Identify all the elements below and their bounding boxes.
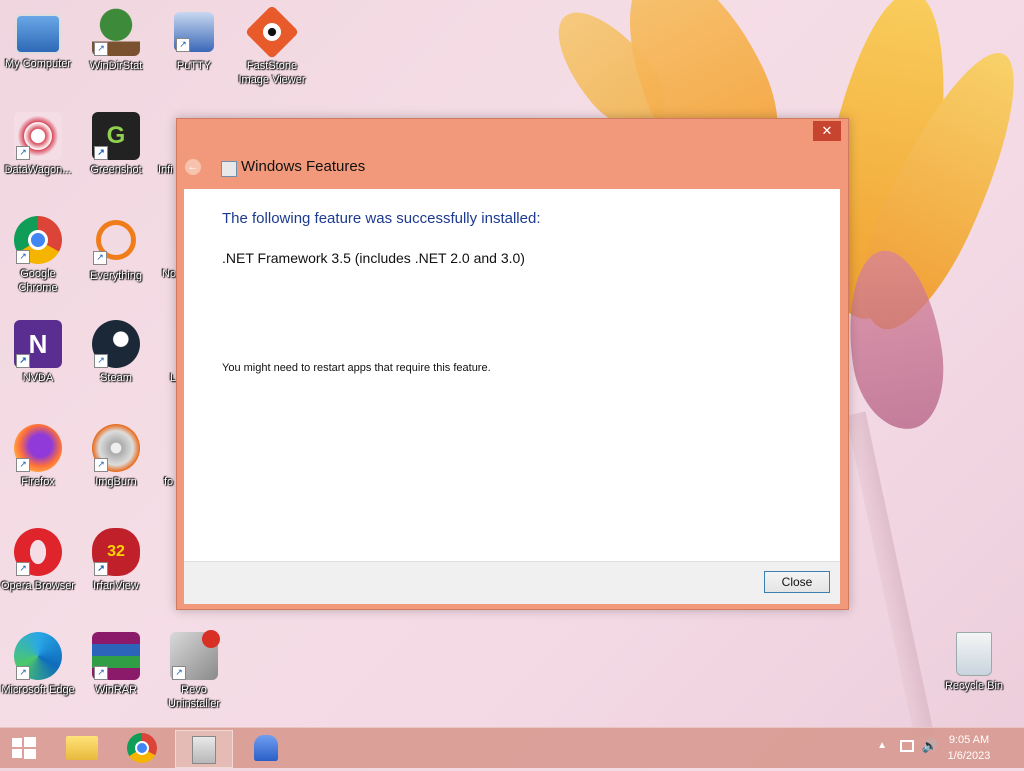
chrome-icon: ↗ <box>14 216 62 264</box>
shortcut-arrow-icon: ↗ <box>93 251 107 265</box>
taskbar: ▲ 🔊 9:05 AM 1/6/2023 <box>0 727 1024 768</box>
desktop-icon-imgburn[interactable]: ↗ ImgBurn <box>78 424 154 489</box>
dialog-content: The following feature was successfully i… <box>184 189 840 561</box>
desktop-icon-label: Firefox <box>21 476 55 488</box>
windows-features-dialog: ✕ ← Windows Features The following featu… <box>176 118 849 610</box>
shortcut-arrow-icon: ↗ <box>16 250 30 264</box>
desktop-icon-label: Everything <box>90 270 142 282</box>
close-icon[interactable]: ✕ <box>813 121 841 141</box>
network-icon[interactable] <box>900 740 914 752</box>
recycle-bin-icon <box>956 632 992 676</box>
show-hidden-icons-icon[interactable]: ▲ <box>877 740 887 751</box>
windows-features-icon <box>221 161 237 177</box>
dialog-title: Windows Features <box>241 158 366 175</box>
desktop-icon-label: Greenshot <box>90 164 142 176</box>
nvda-icon: N ↗ <box>14 320 62 368</box>
clock-date: 1/6/2023 <box>947 750 991 762</box>
desktop-icon-datawagon[interactable]: ↗ DataWagon... <box>0 112 76 177</box>
desktop-icon-label: Opera Browser <box>1 580 75 592</box>
success-heading: The following feature was successfully i… <box>222 210 541 227</box>
start-button[interactable] <box>0 730 48 766</box>
faststone-icon <box>244 4 300 60</box>
desktop-icon-label: My Computer <box>4 58 72 70</box>
close-button[interactable]: Close <box>764 571 830 593</box>
dialog-titlebar: ← Windows Features <box>185 153 685 181</box>
desktop-icon-label: Revo Uninstaller <box>168 684 220 710</box>
irfanview-icon: 32 ↗ <box>92 528 140 576</box>
windows-logo-icon <box>12 737 36 759</box>
desktop-icon-label: DataWagon... <box>4 164 72 176</box>
shortcut-arrow-icon: ↗ <box>94 42 108 56</box>
taskbar-windows-features[interactable] <box>175 730 233 768</box>
shortcut-arrow-icon: ↗ <box>16 458 30 472</box>
desktop-icon-greenshot[interactable]: G ↗ Greenshot <box>78 112 154 177</box>
restart-note: You might need to restart apps that requ… <box>222 362 491 374</box>
desktop-icon-nvda[interactable]: N ↗ NVDA <box>0 320 76 385</box>
firefox-icon: ↗ <box>14 424 62 472</box>
desktop-icon-label: NVDA <box>22 372 54 384</box>
desktop-icon-label: WinDirStat <box>89 60 143 72</box>
clock-time: 9:05 AM <box>948 734 990 746</box>
desktop-icon-windirstat[interactable]: ↗ WinDirStat <box>78 8 154 73</box>
revo-uninstaller-icon: ↗ <box>170 630 220 680</box>
back-arrow-icon[interactable]: ← <box>185 159 201 175</box>
desktop-icon-microsoft-edge[interactable]: ↗ Microsoft Edge <box>0 632 76 697</box>
dialog-footer: Close <box>184 561 840 604</box>
desktop-icon-label: FastStone Image Viewer <box>238 60 306 86</box>
windows-features-icon <box>192 736 216 764</box>
shortcut-arrow-icon: ↗ <box>94 146 108 160</box>
chrome-icon <box>127 733 157 763</box>
desktop-icon-label: IrfanView <box>93 580 139 592</box>
desktop-icon-recycle-bin[interactable]: Recycle Bin <box>936 632 1012 693</box>
desktop-icon-irfanview[interactable]: 32 ↗ IrfanView <box>78 528 154 593</box>
desktop-icon-my-computer[interactable]: My Computer <box>0 8 76 71</box>
shortcut-arrow-icon: ↗ <box>16 666 30 680</box>
winrar-icon: ↗ <box>92 632 140 680</box>
datawagon-icon: ↗ <box>14 112 62 160</box>
desktop-icon-label: WinRAR <box>94 684 138 696</box>
desktop-icon-label: Steam <box>100 372 132 384</box>
desktop-icon-label: PuTTY <box>176 60 212 72</box>
windirstat-icon: ↗ <box>92 8 140 56</box>
shortcut-arrow-icon: ↗ <box>16 354 30 368</box>
taskbar-clock[interactable]: 9:05 AM 1/6/2023 <box>934 732 1004 764</box>
desktop-icon-label: Google Chrome <box>18 268 58 294</box>
desktop-icon-opera-browser[interactable]: ↗ Opera Browser <box>0 528 76 593</box>
shortcut-arrow-icon: ↗ <box>94 666 108 680</box>
shortcut-arrow-icon: ↗ <box>94 354 108 368</box>
greenshot-icon: G ↗ <box>92 112 140 160</box>
desktop-icon-firefox[interactable]: ↗ Firefox <box>0 424 76 489</box>
opera-icon: ↗ <box>14 528 62 576</box>
shortcut-arrow-icon: ↗ <box>172 666 186 680</box>
wallpaper-stem <box>845 411 935 739</box>
desktop-icon-label: ImgBurn <box>95 476 137 488</box>
desktop-icon-everything[interactable]: ↗ Everything <box>78 216 154 283</box>
desktop-icon-putty[interactable]: ↗ PuTTY <box>156 8 232 73</box>
shortcut-arrow-icon: ↗ <box>176 38 190 52</box>
desktop-icon-winrar[interactable]: ↗ WinRAR <box>78 632 154 697</box>
desktop-icon-google-chrome[interactable]: ↗ Google Chrome <box>0 216 76 295</box>
shortcut-arrow-icon: ↗ <box>16 562 30 576</box>
taskbar-file-explorer[interactable] <box>54 730 110 766</box>
taskbar-app[interactable] <box>238 730 294 766</box>
computer-icon <box>15 14 61 54</box>
shortcut-arrow-icon: ↗ <box>94 562 108 576</box>
everything-icon: ↗ <box>93 220 136 265</box>
desktop-icon-steam[interactable]: ↗ Steam <box>78 320 154 385</box>
shortcut-arrow-icon: ↗ <box>94 458 108 472</box>
putty-icon: ↗ <box>174 12 214 52</box>
desktop-icon-label: Recycle Bin <box>944 680 1004 692</box>
steam-icon: ↗ <box>92 320 140 368</box>
edge-icon: ↗ <box>14 632 62 680</box>
installed-feature-name: .NET Framework 3.5 (includes .NET 2.0 an… <box>222 250 525 266</box>
shortcut-arrow-icon: ↗ <box>16 146 30 160</box>
app-icon <box>254 735 278 761</box>
desktop-icon-label: Microsoft Edge <box>1 684 75 696</box>
folder-icon <box>66 736 98 760</box>
desktop-icon-faststone-image-viewer[interactable]: FastStone Image Viewer <box>234 4 310 87</box>
taskbar-chrome[interactable] <box>114 730 170 766</box>
desktop-icon-revo-uninstaller[interactable]: ↗ Revo Uninstaller <box>156 630 232 711</box>
imgburn-icon: ↗ <box>92 424 140 472</box>
